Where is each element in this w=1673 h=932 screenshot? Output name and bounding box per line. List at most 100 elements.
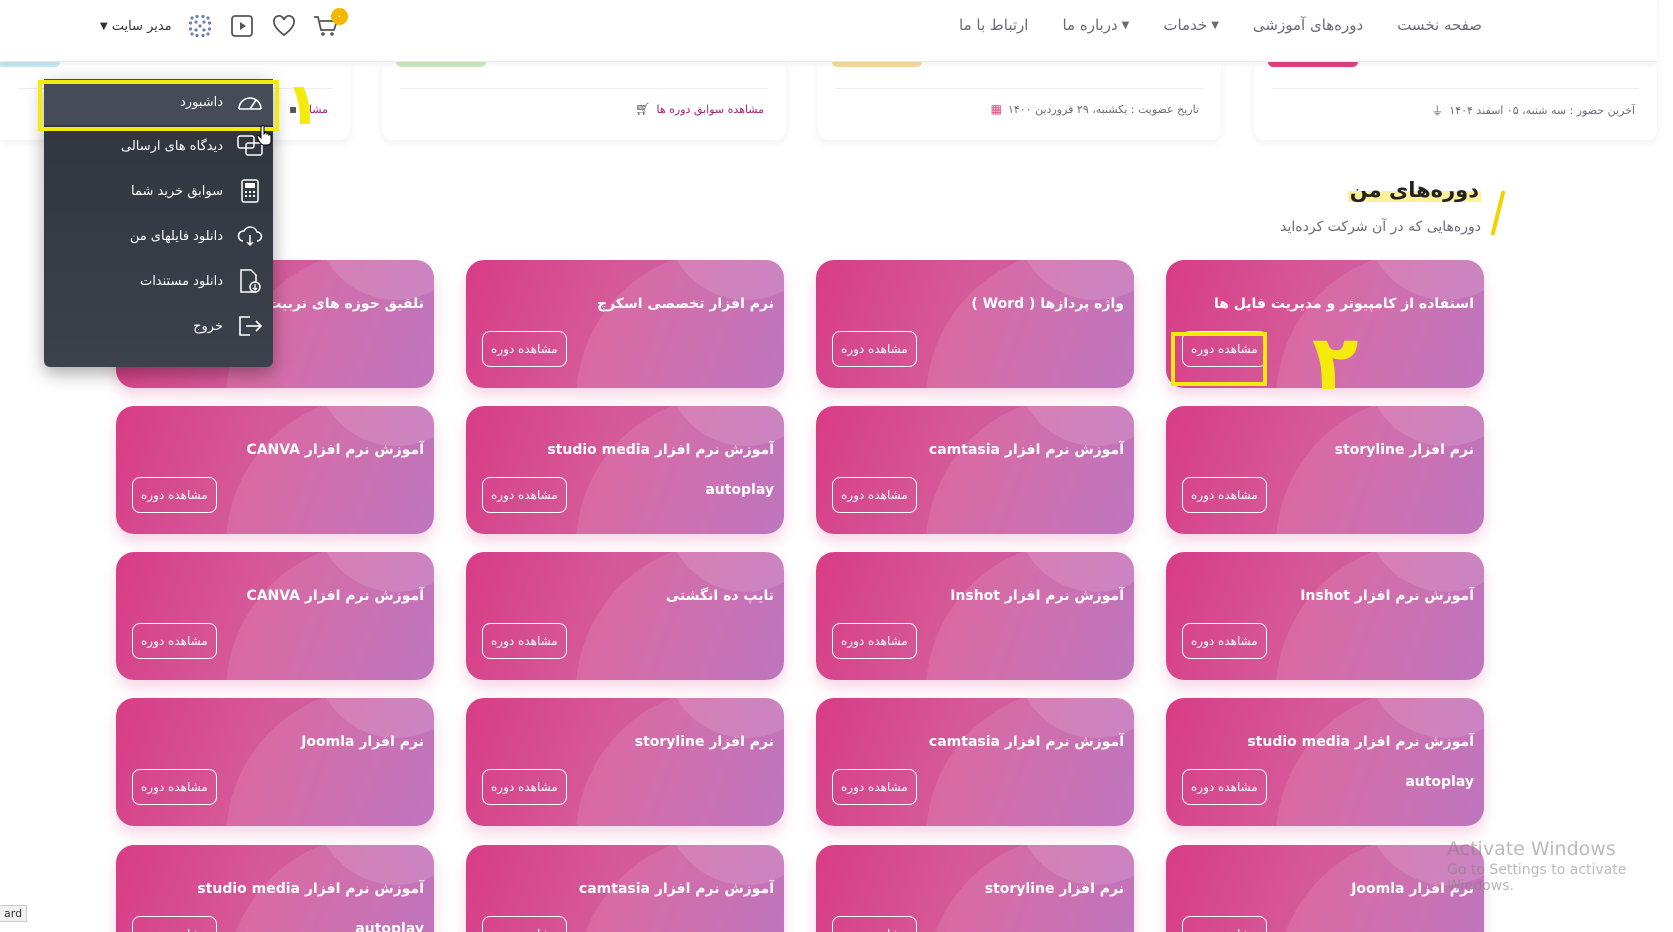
nav-item-services[interactable]: خدمات ▼: [1163, 16, 1219, 34]
speedometer-icon: [235, 91, 265, 113]
dropdown-item-chat-bubbles[interactable]: دیدگاه های ارسالی: [44, 123, 273, 169]
calculator-icon: [235, 178, 265, 204]
view-course-button[interactable]: مشاهده دوره: [1182, 916, 1267, 932]
user-menu-toggle[interactable]: ▼ مدیر سایت: [100, 19, 172, 34]
stat-card-order-history: 🛒︎ مشاهده سوابق دوره ها: [382, 62, 786, 140]
logout-icon: [235, 314, 265, 338]
course-card[interactable]: آموزش نرم افزار CANVA مشاهده دوره: [116, 406, 434, 534]
main-nav: صفحه نخست دوره‌های آموزشی خدمات ▼ درباره …: [959, 16, 1482, 34]
dropdown-item-label: دیدگاه های ارسالی: [121, 138, 223, 154]
calendar-icon: ▦: [990, 102, 1002, 116]
course-card[interactable]: استفاده از کامپیوتر و مدیریت فایل ها مشاه…: [1166, 260, 1484, 388]
course-title: نرم افزار Joomla: [301, 734, 424, 750]
heading-accent-slash: [1490, 190, 1506, 236]
video-play-icon[interactable]: [228, 12, 256, 40]
dropdown-item-logout[interactable]: خروج: [44, 303, 273, 349]
stat-card-member-since: ▦ تاریخ عضویت : یکشنبه، ۲۹ فروردین ۱۴۰۰: [818, 62, 1221, 140]
document-download-icon: [235, 268, 265, 294]
course-title: نرم افزار Joomla: [1351, 881, 1474, 897]
view-course-button[interactable]: مشاهده دوره: [1182, 331, 1267, 367]
chevron-down-icon: ▼: [100, 20, 108, 32]
course-card[interactable]: نرم افزار تخصصی اسکرچ مشاهده دوره: [466, 260, 784, 388]
course-card[interactable]: نرم افزار Joomla مشاهده دوره: [116, 698, 434, 826]
course-title: نرم افزار storyline: [634, 734, 774, 750]
view-course-button[interactable]: مشاهده دوره: [482, 331, 567, 367]
course-card[interactable]: تایپ ده انگشتی مشاهده دوره: [466, 552, 784, 680]
course-card[interactable]: نرم افزار storyline مشاهده دوره: [816, 845, 1134, 932]
dropdown-item-label: داشبورد: [180, 94, 223, 110]
course-title: واژه پردازها ( Word ): [971, 296, 1124, 312]
chevron-down-icon: ▼: [1121, 19, 1130, 31]
course-card[interactable]: آموزش نرم افزار studio media autoplayمشا…: [1166, 698, 1484, 826]
cloud-download-icon: [235, 224, 265, 248]
heart-icon[interactable]: [270, 12, 298, 40]
course-title: آموزش نرم افزار camtasia: [928, 734, 1124, 750]
view-course-button[interactable]: مشاهده دوره: [1182, 623, 1267, 659]
site-header: صفحه نخست دوره‌های آموزشی خدمات ▼ درباره …: [0, 0, 1657, 62]
course-card[interactable]: آموزش نرم افزار camtasia مشاهده دوره: [816, 698, 1134, 826]
course-card[interactable]: نرم افزار storyline مشاهده دوره: [1166, 406, 1484, 534]
view-course-button[interactable]: مشاهده دوره: [482, 916, 567, 932]
section-title: دوره‌های من: [1347, 178, 1481, 202]
course-title: آموزش نرم افزار CANVA: [246, 442, 424, 458]
nav-item-about[interactable]: درباره ما ▼: [1062, 16, 1129, 34]
view-course-button[interactable]: مشاهده دوره: [482, 477, 567, 513]
view-course-button[interactable]: مشاهده دوره: [482, 769, 567, 805]
dropdown-item-calculator[interactable]: سوابق خرید شما: [44, 168, 273, 214]
course-card[interactable]: نرم افزار storyline مشاهده دوره: [466, 698, 784, 826]
status-bar-tooltip: ard: [0, 905, 28, 922]
dropdown-item-cloud-download[interactable]: دانلود فایلهای من: [44, 213, 273, 259]
stat-card-last-visit: ⏚ آخرین حضور : سه شنبه، ۰۵ اسفند ۱۴۰۴: [1254, 62, 1657, 140]
nav-item-courses[interactable]: دوره‌های آموزشی: [1253, 16, 1363, 34]
course-card[interactable]: نرم افزار Joomla مشاهده دوره: [1166, 845, 1484, 932]
dropdown-item-label: سوابق خرید شما: [131, 183, 223, 199]
view-course-button[interactable]: مشاهده دوره: [832, 331, 917, 367]
course-card[interactable]: آموزش نرم افزار camtasia مشاهده دوره: [466, 845, 784, 932]
view-course-button[interactable]: مشاهده دوره: [132, 769, 217, 805]
grid-avatar-icon[interactable]: [186, 12, 214, 40]
course-title: آموزش نرم افزار Inshot: [1300, 588, 1474, 604]
course-title: نرم افزار storyline: [1334, 442, 1474, 458]
cart-count-badge: ۰: [330, 8, 348, 25]
course-title: آموزش نرم افزار camtasia: [578, 881, 774, 897]
course-card[interactable]: آموزش نرم افزار studio media autoplayمشا…: [466, 406, 784, 534]
view-course-button[interactable]: مشاهده دوره: [132, 477, 217, 513]
nav-item-contact[interactable]: ارتباط با ما: [959, 16, 1028, 34]
course-title: نرم افزار storyline: [984, 881, 1124, 897]
dropdown-item-label: دانلود مستندات: [139, 273, 223, 289]
course-card[interactable]: آموزش نرم افزار studio media autoplayمشا…: [116, 845, 434, 932]
view-course-button[interactable]: مشاهده دوره: [1182, 769, 1267, 805]
cart-icon[interactable]: ۰: [312, 8, 348, 40]
course-card[interactable]: آموزش نرم افزار Inshot مشاهده دوره: [1166, 552, 1484, 680]
plug-icon: ⏚: [1431, 104, 1444, 118]
section-subtitle: دوره‌هایی که در آن شرکت کرده‌اید: [1280, 219, 1481, 235]
course-card[interactable]: آموزش نرم افزار camtasia مشاهده دوره: [816, 406, 1134, 534]
hand-cursor-icon: [256, 124, 274, 150]
chevron-down-icon: ▼: [1211, 19, 1219, 31]
dropdown-item-document-download[interactable]: دانلود مستندات: [44, 258, 273, 304]
view-course-button[interactable]: مشاهده دوره: [832, 769, 917, 805]
dropdown-item-label: خروج: [193, 318, 223, 334]
view-course-button[interactable]: مشاهده دوره: [132, 916, 217, 932]
comments-link[interactable]: ▪ مشاه: [289, 102, 328, 116]
course-card[interactable]: آموزش نرم افزار CANVA مشاهده دوره: [116, 552, 434, 680]
course-title: آموزش نرم افزار CANVA: [246, 588, 424, 604]
user-dropdown-menu: داشبورد دیدگاه های ارسالی سوابق خرید شما دا…: [44, 79, 273, 367]
course-title: استفاده از کامپیوتر و مدیریت فایل ها: [1213, 296, 1474, 312]
course-title: تایپ ده انگشتی: [665, 588, 774, 604]
view-course-button[interactable]: مشاهده دوره: [132, 623, 217, 659]
view-course-button[interactable]: مشاهده دوره: [832, 623, 917, 659]
order-history-link[interactable]: 🛒︎ مشاهده سوابق دوره ها: [635, 102, 764, 116]
view-course-button[interactable]: مشاهده دوره: [832, 916, 917, 932]
view-course-button[interactable]: مشاهده دوره: [832, 477, 917, 513]
user-tools: ▼ مدیر سایت ۰: [100, 8, 348, 40]
view-course-button[interactable]: مشاهده دوره: [1182, 477, 1267, 513]
course-card[interactable]: آموزش نرم افزار Inshot مشاهده دوره: [816, 552, 1134, 680]
dropdown-item-speedometer[interactable]: داشبورد: [44, 79, 273, 125]
view-course-button[interactable]: مشاهده دوره: [482, 623, 567, 659]
nav-item-home[interactable]: صفحه نخست: [1397, 16, 1482, 34]
cart-icon: 🛒︎: [635, 102, 651, 116]
dropdown-item-label: دانلود فایلهای من: [129, 228, 223, 244]
comment-icon: ▪: [289, 102, 298, 116]
course-card[interactable]: واژه پردازها ( Word ) مشاهده دوره: [816, 260, 1134, 388]
